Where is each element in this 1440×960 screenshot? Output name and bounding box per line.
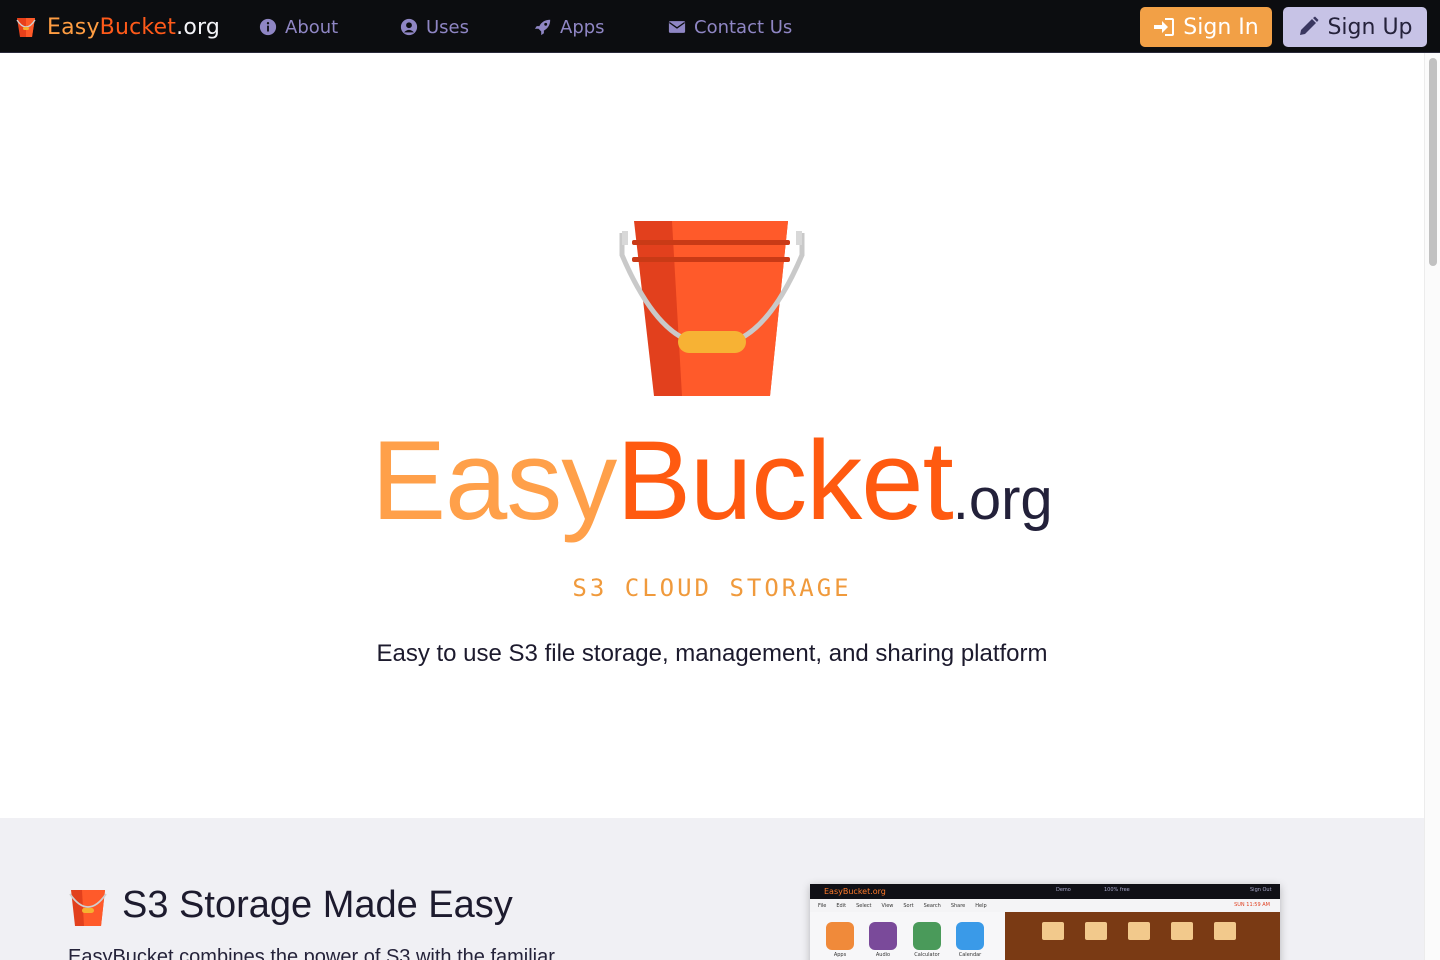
brand-logo-link[interactable]: EasyBucket.org (16, 12, 220, 42)
nav-uses[interactable]: Uses (400, 14, 469, 40)
sign-in-button[interactable]: Sign In (1140, 7, 1272, 47)
screenshot-clock: SUN 11:59 AM (1234, 902, 1270, 908)
app-screenshot-image: EasyBucket.org Demo 100% free Sign Out F… (810, 884, 1280, 960)
user-circle-icon (400, 18, 418, 36)
bucket-hero-icon (619, 221, 805, 396)
screenshot-brand: EasyBucket.org (824, 887, 886, 896)
bucket-feature-icon (69, 890, 107, 926)
scrollbar-thumb[interactable] (1429, 58, 1437, 266)
screenshot-app-label: Audio (875, 952, 891, 958)
sign-up-label: Sign Up (1327, 14, 1413, 40)
nav-contact-label: Contact Us (694, 16, 793, 38)
screenshot-menu-item: Select (856, 902, 872, 909)
screenshot-menu-item: Share (950, 902, 966, 909)
feature-section: S3 Storage Made Easy EasyBucket combines… (0, 818, 1424, 960)
hero-logo-easy: Easy (371, 418, 617, 543)
screenshot-menu-item: Search (923, 902, 941, 909)
screenshot-menu-item: File (818, 902, 827, 909)
screenshot-app-label: Apps (833, 952, 847, 958)
sign-in-label: Sign In (1183, 14, 1259, 40)
screenshot-folder-icon (1214, 922, 1236, 940)
screenshot-menu-item: Help (975, 902, 987, 909)
pencil-icon (1300, 16, 1319, 35)
hero-logo-bucket: Bucket (616, 418, 953, 543)
nav-contact[interactable]: Contact Us (668, 14, 792, 40)
feature-text: EasyBucket combines the power of S3 with… (68, 946, 555, 960)
hero-section: EasyBucket.org S3 CLOUD STORAGE Easy to … (0, 53, 1424, 818)
screenshot-storage: 100% free (1104, 887, 1130, 893)
top-navbar: EasyBucket.org About Uses Apps Contact U… (0, 0, 1440, 53)
nav-about[interactable]: About (259, 14, 338, 40)
feature-title: S3 Storage Made Easy (122, 884, 513, 926)
screenshot-calculator-icon (913, 922, 941, 950)
screenshot-signout: Sign Out (1250, 887, 1272, 893)
nav-apps[interactable]: Apps (534, 14, 605, 40)
screenshot-app-label: Calculator (914, 952, 940, 958)
hero-subtitle: Easy to use S3 file storage, management,… (376, 640, 1048, 667)
hero-logo-text: EasyBucket.org (0, 425, 1424, 537)
bucket-logo-icon (16, 18, 36, 37)
screenshot-menu-item: Sort (903, 902, 914, 909)
brand-name: EasyBucket.org (47, 15, 220, 40)
brand-bucket: Bucket (99, 14, 177, 40)
screenshot-menubar: File Edit Select View Sort Search Share … (810, 899, 1280, 912)
screenshot-menu-item: Edit (836, 902, 847, 909)
sign-up-button[interactable]: Sign Up (1283, 7, 1427, 47)
hero-tagline: S3 CLOUD STORAGE (572, 574, 852, 602)
brand-easy: Easy (47, 14, 100, 40)
screenshot-folder-icon (1085, 922, 1107, 940)
screenshot-topbar: EasyBucket.org Demo 100% free Sign Out (810, 884, 1280, 899)
nav-uses-label: Uses (426, 16, 470, 38)
rocket-icon (534, 19, 551, 36)
info-circle-icon (259, 18, 277, 36)
screenshot-folder-icon (1171, 922, 1193, 940)
screenshot-user: Demo (1056, 887, 1071, 893)
screenshot-calendar-icon (956, 922, 984, 950)
screenshot-app-dock: Apps Audio Calculator Calendar (810, 912, 1005, 960)
page-scrollbar[interactable] (1424, 53, 1440, 960)
screenshot-audio-icon (869, 922, 897, 950)
screenshot-apps-icon (826, 922, 854, 950)
screenshot-folder-icon (1128, 922, 1150, 940)
sign-in-icon (1154, 18, 1175, 36)
nav-apps-label: Apps (560, 16, 605, 38)
screenshot-app-label: Calendar (958, 952, 982, 958)
hero-logo-org: .org (952, 467, 1053, 532)
brand-org: .org (176, 14, 221, 40)
nav-about-label: About (285, 16, 339, 38)
screenshot-menu-item: View (881, 902, 894, 909)
screenshot-folder-icon (1042, 922, 1064, 940)
envelope-icon (668, 21, 686, 33)
